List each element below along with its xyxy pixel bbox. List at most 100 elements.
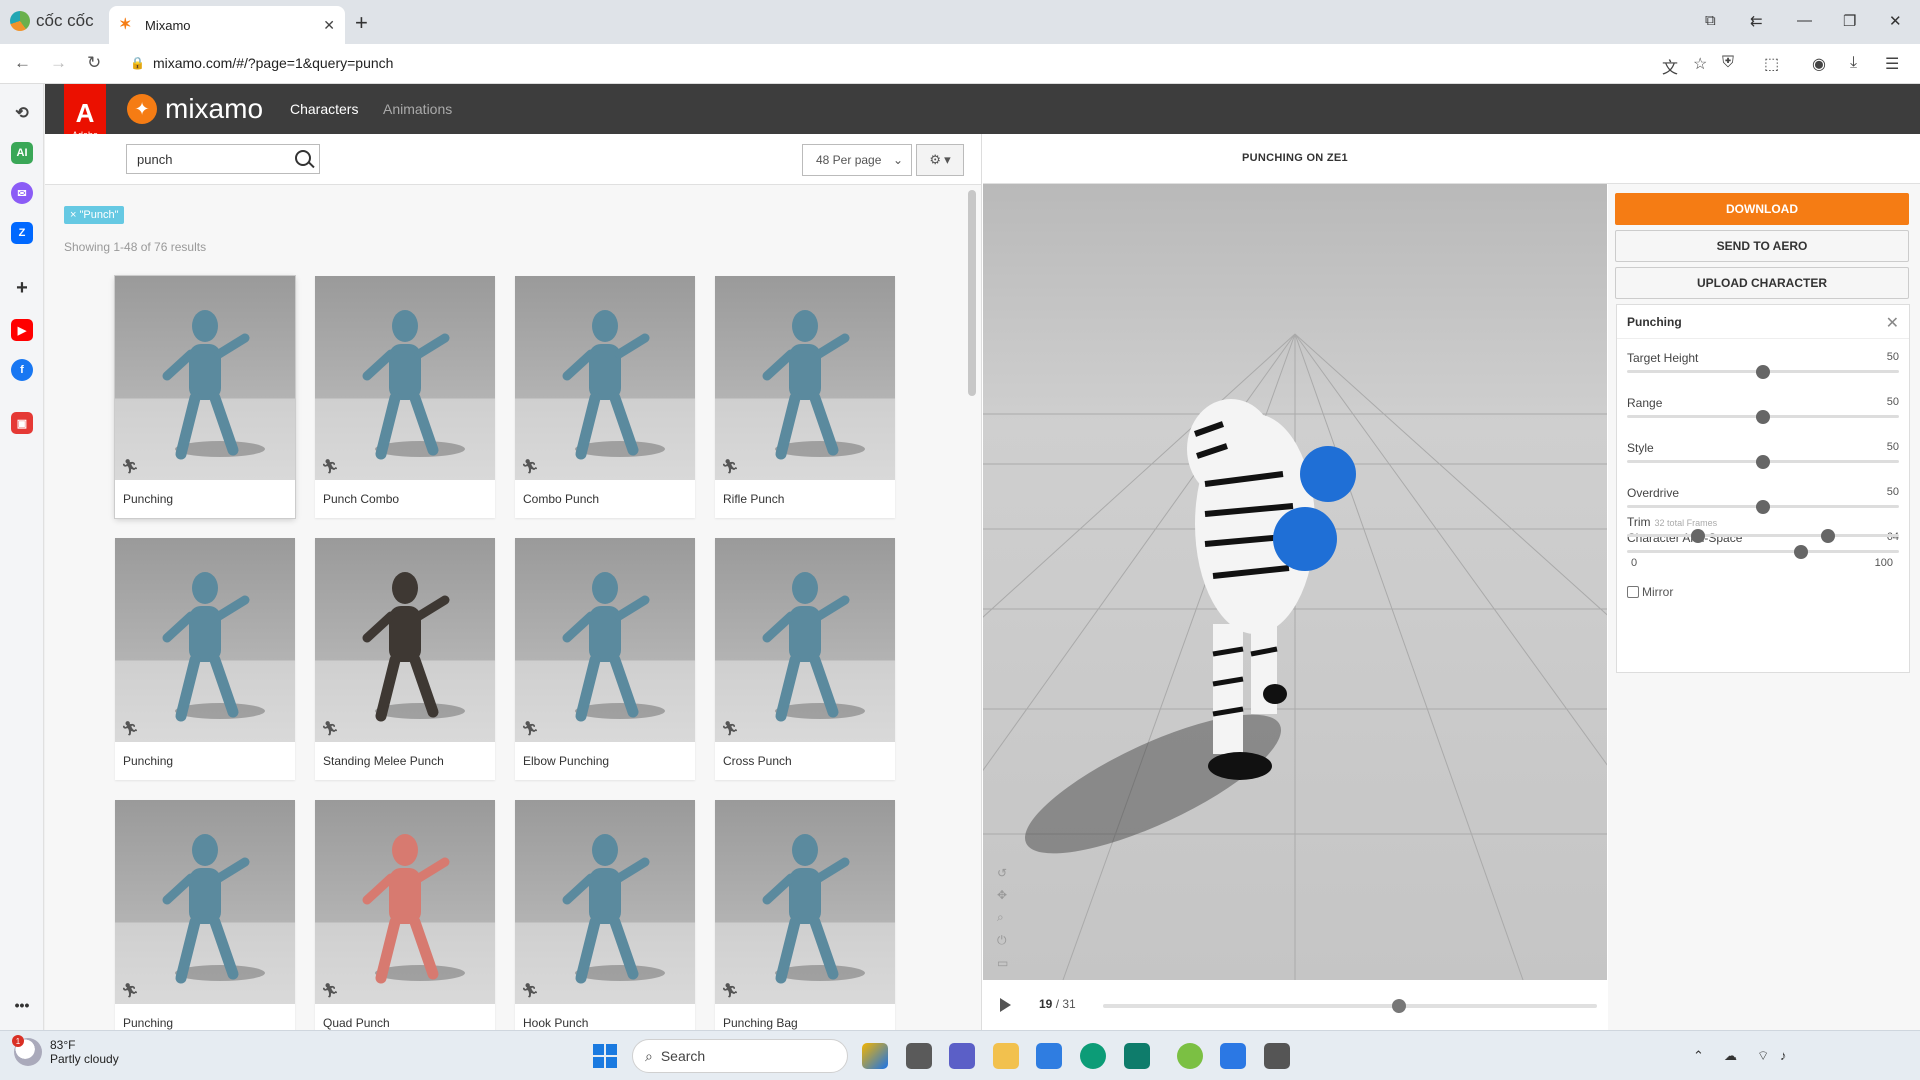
volume-icon[interactable]: ♪ — [1780, 1048, 1787, 1063]
forward-icon[interactable]: → — [50, 53, 67, 73]
running-figure-icon: 🏃︎ — [121, 458, 139, 474]
power-icon[interactable]: ⏻ — [997, 933, 1008, 948]
mirror-toggle[interactable]: Mirror — [1627, 585, 1673, 599]
url-field[interactable]: 🔒 mixamo.com/#/?page=1&query=punch — [130, 55, 393, 71]
send-to-aero-button[interactable]: SEND TO AERO — [1615, 230, 1909, 262]
chevron-up-icon[interactable]: ⌃ — [1693, 1048, 1704, 1064]
menu-icon[interactable]: ☰ — [1885, 54, 1899, 74]
animation-card-label: Combo Punch — [523, 492, 600, 506]
trim-low-knob[interactable] — [1690, 529, 1705, 543]
timeline-track[interactable] — [1103, 1004, 1597, 1008]
shield-icon[interactable]: ⛨ — [1722, 54, 1734, 72]
new-tab-icon[interactable]: + — [355, 10, 368, 36]
param-knob[interactable] — [1756, 500, 1770, 514]
bookmark-star-icon[interactable]: ☆ — [1693, 54, 1707, 74]
file-explorer-icon[interactable] — [993, 1043, 1019, 1069]
animation-card-label: Cross Punch — [723, 754, 792, 768]
animation-thumbnail: 🏃︎ — [715, 276, 895, 480]
animation-card[interactable]: 🏃︎ Punching Bag — [715, 800, 895, 1030]
download-icon[interactable]: ⤓ — [1850, 54, 1857, 72]
trim-track[interactable] — [1627, 534, 1899, 537]
messenger-icon[interactable]: ✉ — [11, 182, 33, 204]
animation-card[interactable]: 🏃︎ Combo Punch — [515, 276, 695, 518]
upload-character-button[interactable]: UPLOAD CHARACTER — [1615, 267, 1909, 299]
screenshot-icon[interactable]: ⧉ — [1705, 12, 1716, 29]
param-knob[interactable] — [1756, 455, 1770, 469]
ai-icon[interactable]: AI — [11, 142, 33, 164]
tab-animations[interactable]: Animations — [383, 101, 452, 117]
extensions-icon[interactable]: ⬚ — [1764, 54, 1779, 74]
teams-icon[interactable] — [949, 1043, 975, 1069]
wifi-icon[interactable]: ⌔ — [1757, 1048, 1769, 1064]
translate-icon[interactable]: 文 — [1662, 54, 1678, 78]
animation-card[interactable]: 🏃︎ Hook Punch — [515, 800, 695, 1030]
search-icon[interactable] — [295, 150, 311, 166]
task-view-icon[interactable] — [906, 1043, 932, 1069]
animation-card[interactable]: 🏃︎ Quad Punch — [315, 800, 495, 1030]
pan-icon[interactable]: ✥ — [997, 888, 1008, 902]
param-label: Target Height — [1627, 351, 1699, 365]
facebook-icon[interactable]: f — [11, 359, 33, 381]
zalo-icon[interactable]: Z — [11, 222, 33, 244]
param-knob[interactable] — [1756, 410, 1770, 424]
m-app-icon[interactable] — [1124, 1043, 1150, 1069]
tab-characters[interactable]: Characters — [290, 101, 358, 117]
trim-label: Trim 32 total Frames — [1627, 515, 1717, 529]
animation-card[interactable]: 🏃︎ Cross Punch — [715, 538, 895, 780]
mirror-checkbox[interactable] — [1627, 586, 1639, 598]
youtube-icon[interactable]: ▶ — [11, 319, 33, 341]
onedrive-icon[interactable]: ☁ — [1724, 1048, 1737, 1064]
printer-icon[interactable] — [1264, 1043, 1290, 1069]
camera-icon[interactable]: ▭ — [997, 956, 1008, 970]
play-icon[interactable] — [1000, 998, 1011, 1012]
scrollbar-thumb[interactable] — [968, 190, 976, 396]
running-figure-icon: 🏃︎ — [521, 982, 539, 998]
animation-card[interactable]: 🏃︎ Rifle Punch — [715, 276, 895, 518]
3d-viewport[interactable]: ↺ ✥ ⌕ ⏻ ▭ — [983, 184, 1607, 980]
animation-card[interactable]: 🏃︎ Standing Melee Punch — [315, 538, 495, 780]
tab-close-icon[interactable]: ✕ — [323, 17, 335, 34]
close-icon[interactable]: ✕ — [1886, 313, 1899, 333]
per-page-select[interactable]: 48 Per page ⌄ — [802, 144, 912, 176]
animation-card[interactable]: 🏃︎ Punch Combo — [315, 276, 495, 518]
search-input[interactable] — [126, 144, 320, 174]
reload-icon[interactable]: ↻ — [87, 53, 101, 73]
back-icon[interactable]: ← — [14, 53, 31, 73]
param-knob[interactable] — [1756, 365, 1770, 379]
edge-icon[interactable] — [1080, 1043, 1106, 1069]
trim-slider: Trim 32 total Frames — [1627, 515, 1899, 555]
filter-chip[interactable]: × "Punch" — [64, 206, 125, 224]
animation-card[interactable]: 🏃︎ Punching — [115, 800, 295, 1030]
add-sidebar-icon[interactable]: + — [11, 277, 33, 299]
mixamo-logo[interactable]: ✦ mixamo — [127, 93, 263, 125]
zoom-icon[interactable]: ⌕ — [997, 910, 1008, 925]
profile-icon[interactable]: ◉ — [1812, 54, 1826, 74]
character-figure — [162, 310, 250, 460]
animation-card[interactable]: 🏃︎ Punching — [115, 538, 295, 780]
store-icon[interactable] — [1036, 1043, 1062, 1069]
coccoc-taskbar-icon[interactable] — [1177, 1043, 1203, 1069]
minimize-icon[interactable]: — — [1797, 12, 1812, 29]
notes-icon[interactable] — [1220, 1043, 1246, 1069]
undo-icon[interactable]: ↺ — [997, 866, 1008, 880]
trim-high-knob[interactable] — [1821, 529, 1836, 543]
timeline-knob[interactable] — [1392, 999, 1407, 1013]
taskbar-search[interactable]: ⌕ Search — [632, 1039, 848, 1073]
shopping-icon[interactable]: ▣ — [11, 412, 33, 434]
gear-icon: ⚙ — [929, 152, 942, 167]
settings-dropdown[interactable]: ⚙ ▾ — [916, 144, 964, 176]
browser-tab[interactable]: ✶ Mixamo ✕ — [109, 6, 345, 44]
office-app-icon[interactable] — [862, 1043, 888, 1069]
back-history-icon[interactable]: ⇇ — [1750, 12, 1763, 30]
weather-desc: Partly cloudy — [50, 1052, 119, 1066]
download-button[interactable]: DOWNLOAD — [1615, 193, 1909, 225]
weather-widget[interactable]: 1 83°F Partly cloudy — [12, 1035, 119, 1066]
close-window-icon[interactable]: ✕ — [1889, 12, 1902, 30]
more-icon[interactable]: ••• — [11, 994, 33, 1016]
playback-bar: 19 / 31 — [983, 980, 1607, 1030]
windows-start-icon[interactable] — [593, 1044, 617, 1068]
animation-card[interactable]: 🏃︎ Elbow Punching — [515, 538, 695, 780]
history-icon[interactable]: ⟲ — [11, 102, 33, 124]
maximize-icon[interactable]: ❐ — [1843, 12, 1856, 30]
animation-card[interactable]: 🏃︎ Punching — [115, 276, 295, 518]
